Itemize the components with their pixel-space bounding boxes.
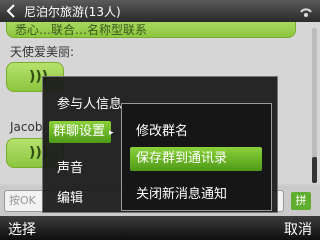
scrollbar-thumb[interactable]: [312, 157, 317, 183]
window-title: 尼泊尔旅游(13人): [24, 4, 121, 19]
menu-item-participant-info[interactable]: 参与人信息: [57, 93, 122, 112]
menu-item-sound[interactable]: 声音: [57, 157, 83, 176]
message-text: 悉心…联合…名称型联系: [15, 23, 148, 37]
menu-item-edit[interactable]: 编辑: [57, 187, 83, 206]
menu-item-group-settings[interactable]: 群聊设置: [49, 121, 111, 143]
select-softkey[interactable]: 选择: [8, 219, 36, 239]
message-sender: 天使爱美丽:: [10, 45, 75, 59]
input-method-indicator: 拼: [291, 192, 311, 210]
submenu-arrow-icon: ▸: [109, 128, 114, 138]
softkey-bar: 选择 取消: [0, 216, 320, 240]
menu-item-rename-group[interactable]: 修改群名: [136, 120, 188, 139]
back-arrow-icon[interactable]: [0, 0, 22, 22]
group-settings-submenu: 修改群名 保存群到通讯录 关闭新消息通知: [121, 103, 272, 211]
message-bubble[interactable]: 悉心…联合…名称型联系: [6, 22, 296, 38]
message-sender: Jacob: [10, 120, 43, 134]
cancel-softkey[interactable]: 取消: [284, 219, 312, 239]
menu-item-save-group-to-contacts[interactable]: 保存群到通讯录: [130, 147, 262, 171]
network-status-icon: [298, 3, 314, 19]
menu-item-mute-new-message-notifications[interactable]: 关闭新消息通知: [136, 183, 227, 202]
title-bar: 尼泊尔旅游(13人): [0, 0, 320, 22]
